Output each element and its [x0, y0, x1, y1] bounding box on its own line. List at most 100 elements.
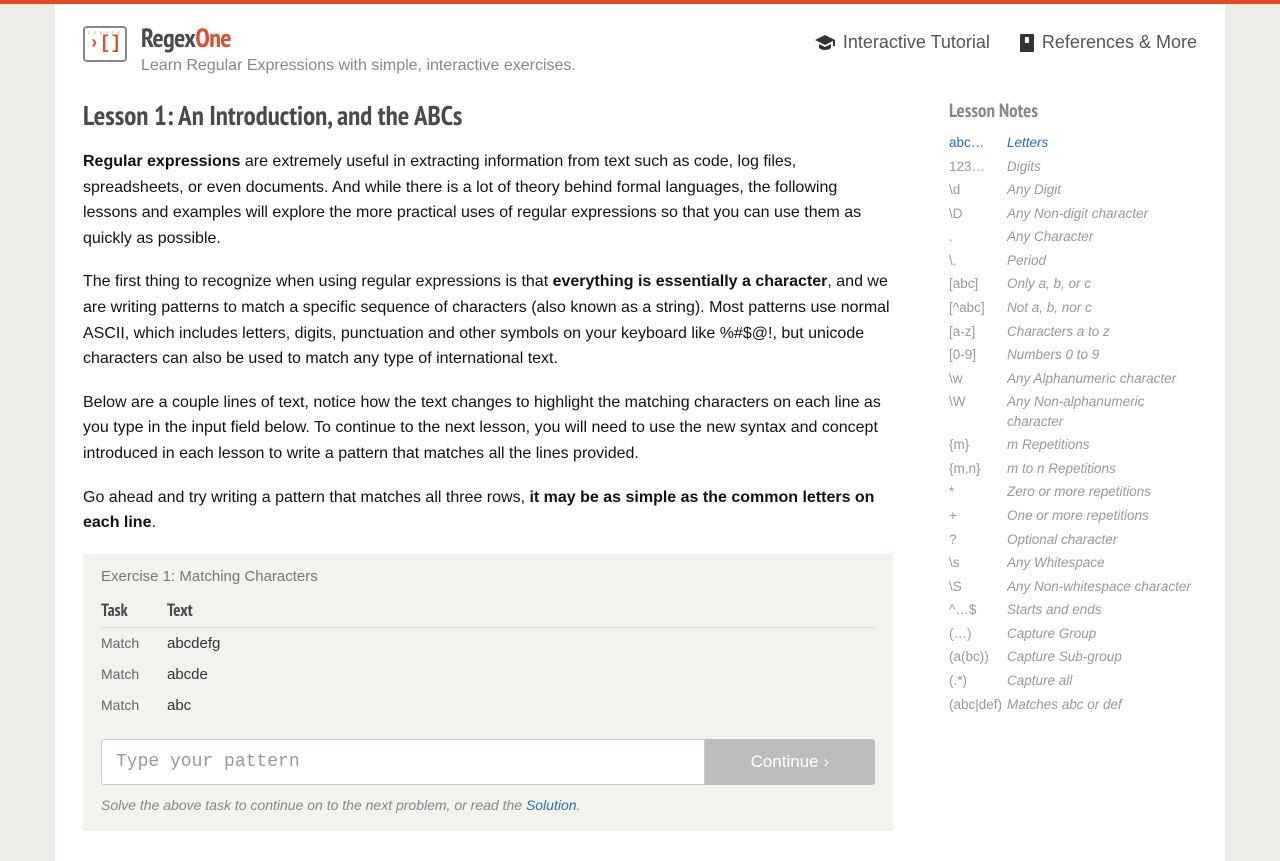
note-row[interactable]: \.Period — [949, 249, 1197, 273]
site-title-part2: One — [195, 22, 231, 55]
table-row: Matchabc — [101, 690, 875, 721]
note-description: Letters — [1007, 131, 1197, 155]
book-icon — [1020, 34, 1034, 52]
paragraph-4: Go ahead and try writing a pattern that … — [83, 485, 893, 536]
note-row[interactable]: \SAny Non-whitespace character — [949, 575, 1197, 599]
note-row[interactable]: ^…$Starts and ends — [949, 598, 1197, 622]
note-symbol: [abc] — [949, 272, 1007, 296]
note-symbol: \W — [949, 390, 1007, 433]
note-symbol: * — [949, 480, 1007, 504]
note-row[interactable]: *Zero or more repetitions — [949, 480, 1197, 504]
nav-tutorial[interactable]: Interactive Tutorial — [815, 32, 990, 53]
note-description: Capture Group — [1007, 622, 1197, 646]
logo-block[interactable]: ›[] RegexOne Learn Regular Expressions w… — [83, 22, 576, 75]
note-description: Digits — [1007, 155, 1197, 179]
paragraph-4a: Go ahead and try writing a pattern that … — [83, 489, 529, 506]
note-row[interactable]: \DAny Non-digit character — [949, 202, 1197, 226]
hint-a: Solve the above task to continue on to t… — [101, 797, 526, 813]
note-row[interactable]: {m,n}m to n Repetitions — [949, 457, 1197, 481]
note-symbol: {m} — [949, 433, 1007, 457]
note-row[interactable]: (abc|def)Matches abc or def — [949, 693, 1197, 717]
note-row[interactable]: (.*)Capture all — [949, 669, 1197, 693]
note-description: Optional character — [1007, 528, 1197, 552]
text-cell: abc — [167, 690, 875, 721]
note-row[interactable]: (…)Capture Group — [949, 622, 1197, 646]
text-cell: abcdefg — [167, 627, 875, 659]
paragraph-1: Regular expressions are extremely useful… — [83, 149, 893, 251]
note-description: Any Non-digit character — [1007, 202, 1197, 226]
main: Lesson 1: An Introduction, and the ABCs … — [55, 75, 1225, 861]
note-row[interactable]: {m}m Repetitions — [949, 433, 1197, 457]
logo-text: RegexOne Learn Regular Expressions with … — [141, 22, 576, 75]
note-symbol: (a(bc)) — [949, 645, 1007, 669]
paragraph-2: The first thing to recognize when using … — [83, 269, 893, 371]
lesson-content: Lesson 1: An Introduction, and the ABCs … — [83, 99, 893, 831]
note-description: Any Alphanumeric character — [1007, 367, 1197, 391]
task-cell: Match — [101, 690, 167, 721]
note-row[interactable]: abc…Letters — [949, 131, 1197, 155]
note-symbol: . — [949, 225, 1007, 249]
note-description: Any Digit — [1007, 178, 1197, 202]
note-row[interactable]: (a(bc))Capture Sub-group — [949, 645, 1197, 669]
table-row: Matchabcdefg — [101, 627, 875, 659]
note-symbol: \d — [949, 178, 1007, 202]
note-row[interactable]: \sAny Whitespace — [949, 551, 1197, 575]
note-description: Zero or more repetitions — [1007, 480, 1197, 504]
logo-icon: ›[] — [83, 26, 127, 62]
note-row[interactable]: [abc]Only a, b, or c — [949, 272, 1197, 296]
note-symbol: \w — [949, 367, 1007, 391]
lesson-title: Lesson 1: An Introduction, and the ABCs — [83, 99, 893, 133]
solution-link[interactable]: Solution — [526, 797, 577, 813]
note-symbol: \s — [949, 551, 1007, 575]
note-row[interactable]: \wAny Alphanumeric character — [949, 367, 1197, 391]
note-description: Any Whitespace — [1007, 551, 1197, 575]
note-symbol: ^…$ — [949, 598, 1007, 622]
note-row[interactable]: +One or more repetitions — [949, 504, 1197, 528]
note-row[interactable]: \dAny Digit — [949, 178, 1197, 202]
header: ›[] RegexOne Learn Regular Expressions w… — [55, 4, 1225, 75]
nav-references[interactable]: References & More — [1020, 32, 1197, 53]
hint-text: Solve the above task to continue on to t… — [101, 797, 875, 813]
note-row[interactable]: [^abc]Not a, b, nor c — [949, 296, 1197, 320]
note-symbol: [0-9] — [949, 343, 1007, 367]
paragraph-4c: . — [151, 514, 155, 531]
text-cell: abcde — [167, 659, 875, 690]
task-table: Task Text MatchabcdefgMatchabcdeMatchabc — [101, 593, 875, 721]
note-symbol: [^abc] — [949, 296, 1007, 320]
note-row[interactable]: [a-z]Characters a to z — [949, 320, 1197, 344]
note-symbol: 123… — [949, 155, 1007, 179]
note-row[interactable]: [0-9]Numbers 0 to 9 — [949, 343, 1197, 367]
sidebar: Lesson Notes abc…Letters123…Digits\dAny … — [949, 99, 1197, 716]
task-cell: Match — [101, 627, 167, 659]
paragraph-2a: The first thing to recognize when using … — [83, 273, 553, 290]
note-description: Starts and ends — [1007, 598, 1197, 622]
note-row[interactable]: .Any Character — [949, 225, 1197, 249]
note-symbol: \D — [949, 202, 1007, 226]
note-description: Not a, b, nor c — [1007, 296, 1197, 320]
continue-button[interactable]: Continue › — [705, 739, 875, 785]
col-task: Task — [101, 593, 167, 628]
sidebar-title: Lesson Notes — [949, 99, 1197, 123]
note-description: Any Non-whitespace character — [1007, 575, 1197, 599]
site-title: RegexOne — [141, 22, 576, 55]
header-nav: Interactive Tutorial References & More — [815, 22, 1197, 53]
hint-b: . — [577, 797, 581, 813]
note-row[interactable]: \WAny Non-alphanumeric character — [949, 390, 1197, 433]
nav-references-label: References & More — [1042, 32, 1197, 53]
note-description: Capture Sub-group — [1007, 645, 1197, 669]
note-description: Period — [1007, 249, 1197, 273]
note-symbol: \S — [949, 575, 1007, 599]
input-row: Continue › — [101, 739, 875, 785]
note-symbol: + — [949, 504, 1007, 528]
note-description: Characters a to z — [1007, 320, 1197, 344]
note-row[interactable]: 123…Digits — [949, 155, 1197, 179]
pattern-input[interactable] — [101, 739, 705, 785]
page-container: ›[] RegexOne Learn Regular Expressions w… — [55, 4, 1225, 861]
note-symbol: \. — [949, 249, 1007, 273]
exercise-title: Exercise 1: Matching Characters — [101, 568, 875, 585]
site-subtitle: Learn Regular Expressions with simple, i… — [141, 57, 576, 75]
note-description: m Repetitions — [1007, 433, 1197, 457]
note-description: Any Character — [1007, 225, 1197, 249]
note-symbol: (.*) — [949, 669, 1007, 693]
note-row[interactable]: ?Optional character — [949, 528, 1197, 552]
